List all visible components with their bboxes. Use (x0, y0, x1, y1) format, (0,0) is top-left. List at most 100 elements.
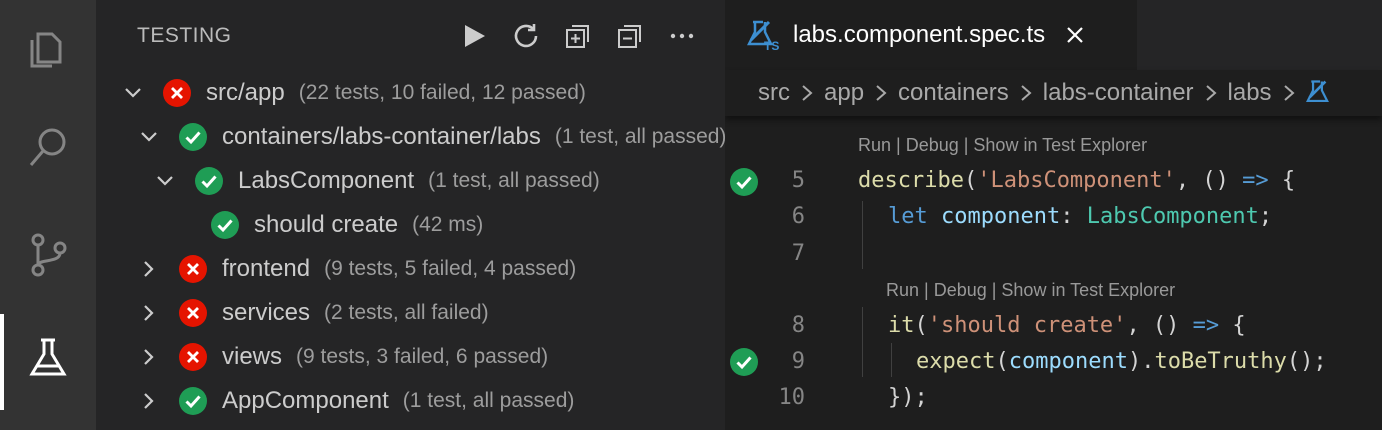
code-token: : (1060, 204, 1087, 229)
typescript-test-file-icon: TS (747, 18, 781, 52)
code-token: { (1268, 168, 1296, 193)
passed-icon (210, 210, 240, 240)
chevron-right-icon (874, 83, 888, 103)
test-item-description: (42 ms) (412, 213, 484, 236)
refresh-icon[interactable] (500, 18, 552, 54)
code-token: { (1219, 313, 1246, 338)
code-token: (); (1286, 349, 1327, 374)
chevron-down-icon[interactable] (138, 126, 160, 148)
breadcrumb-item[interactable]: labs (1228, 79, 1272, 107)
test-tree-item[interactable]: src/app (22 tests, 10 failed, 12 passed) (122, 71, 586, 115)
indent-guide (891, 343, 892, 377)
editor-tab[interactable]: TS labs.component.spec.ts (725, 0, 1137, 70)
sidebar-title: TESTING (137, 24, 232, 47)
test-item-description: (22 tests, 10 failed, 12 passed) (298, 81, 586, 104)
failed-icon (178, 254, 208, 284)
code-token: , () (1126, 313, 1193, 338)
test-tree-item[interactable]: AppComponent (1 test, all passed) (138, 379, 574, 423)
test-tree-item[interactable]: should create (42 ms) (210, 203, 483, 247)
search-icon[interactable] (0, 104, 96, 192)
failed-icon (178, 342, 208, 372)
code-token: ( (995, 349, 1009, 374)
chevron-right-icon[interactable] (138, 302, 160, 324)
test-item-label: src/app (206, 79, 285, 106)
line-number: 5 (791, 168, 805, 193)
test-item-label: containers/labs-container/labs (222, 123, 541, 150)
passed-icon (194, 166, 224, 196)
test-tree-item[interactable]: services (2 tests, all failed) (138, 291, 489, 335)
test-item-description: (1 test, all passed) (428, 169, 600, 192)
activity-bar (0, 0, 96, 430)
test-item-label: services (222, 299, 311, 326)
test-item-description: (1 test, all passed) (554, 125, 725, 148)
chevron-down-icon[interactable] (122, 82, 144, 104)
test-tree-item[interactable]: views (9 tests, 3 failed, 6 passed) (138, 335, 548, 379)
chevron-down-icon[interactable] (154, 170, 176, 192)
test-tree-item[interactable]: containers/labs-container/labs (1 test, … (138, 115, 725, 159)
line-number: 7 (791, 241, 805, 266)
indent-guide (862, 201, 863, 269)
line-number: 9 (791, 349, 805, 374)
chevron-right-icon (1282, 83, 1296, 103)
run-all-icon[interactable] (448, 18, 500, 54)
code-token: toBeTruthy (1154, 349, 1287, 374)
testing-icon[interactable] (0, 314, 96, 410)
code-token: component (1008, 349, 1128, 374)
code-token: 'should create' (927, 313, 1127, 338)
code-line: it('should create', () => { (888, 313, 1246, 338)
failed-icon (178, 298, 208, 328)
code-token: , () (1175, 168, 1243, 193)
breadcrumb-item[interactable]: app (824, 79, 864, 107)
test-item-label: should create (254, 211, 399, 238)
test-item-description: (9 tests, 3 failed, 6 passed) (296, 345, 549, 368)
breadcrumb-item[interactable]: labs-container (1043, 79, 1194, 107)
line-number: 6 (791, 204, 805, 229)
code-token: ). (1127, 349, 1155, 374)
collapse-icon[interactable] (604, 18, 656, 54)
editor: TS labs.component.spec.ts src app contai… (725, 0, 1382, 430)
codelens-actions[interactable]: Run | Debug | Show in Test Explorer (858, 135, 1147, 156)
code-token: let (888, 204, 928, 229)
code-token: component (941, 204, 1061, 229)
test-item-label: frontend (222, 255, 311, 282)
test-tree-item[interactable]: LabsComponent (1 test, all passed) (154, 159, 600, 203)
tab-bar: TS labs.component.spec.ts (725, 0, 1382, 70)
line-number: 8 (791, 313, 805, 338)
sidebar-actions (448, 18, 708, 54)
passed-icon (178, 122, 208, 152)
code-line: let component: LabsComponent; (888, 204, 1272, 229)
test-tree-item[interactable]: frontend (9 tests, 5 failed, 4 passed) (138, 247, 576, 291)
chevron-right-icon[interactable] (138, 258, 160, 280)
test-item-description: (1 test, all passed) (402, 389, 575, 412)
breadcrumb-item[interactable]: containers (898, 79, 1009, 107)
code-token: => (1192, 313, 1220, 338)
code-line: describe('LabsComponent', () => { (858, 168, 1296, 193)
chevron-right-icon (800, 83, 814, 103)
typescript-test-file-icon (1305, 78, 1336, 108)
test-item-description: (2 tests, all failed) (324, 301, 489, 324)
chevron-right-icon[interactable] (138, 390, 160, 412)
more-icon[interactable] (656, 18, 708, 54)
source-control-icon[interactable] (0, 210, 96, 298)
code-token: => (1242, 168, 1269, 193)
tab-filename: labs.component.spec.ts (793, 21, 1046, 48)
close-icon[interactable] (1065, 25, 1085, 45)
test-item-label: AppComponent (222, 387, 389, 414)
line-number: 10 (778, 385, 806, 410)
breadcrumb-item[interactable]: src (758, 79, 790, 107)
expand-icon[interactable] (552, 18, 604, 54)
code-token: expect (916, 349, 996, 374)
test-item-label: LabsComponent (238, 167, 415, 194)
passed-icon (178, 386, 208, 416)
code-token: ( (914, 313, 928, 338)
indent-guide (862, 307, 863, 377)
test-item-label: views (222, 343, 283, 370)
test-item-description: (9 tests, 5 failed, 4 passed) (324, 257, 577, 280)
code-token: it (888, 313, 915, 338)
chevron-right-icon[interactable] (138, 346, 160, 368)
code-line: expect(component).toBeTruthy(); (916, 349, 1327, 374)
code-token: ; (1258, 204, 1273, 229)
breadcrumb: src app containers labs-container labs (725, 70, 1382, 116)
explorer-icon[interactable] (0, 4, 96, 92)
codelens-actions[interactable]: Run | Debug | Show in Test Explorer (886, 280, 1175, 301)
